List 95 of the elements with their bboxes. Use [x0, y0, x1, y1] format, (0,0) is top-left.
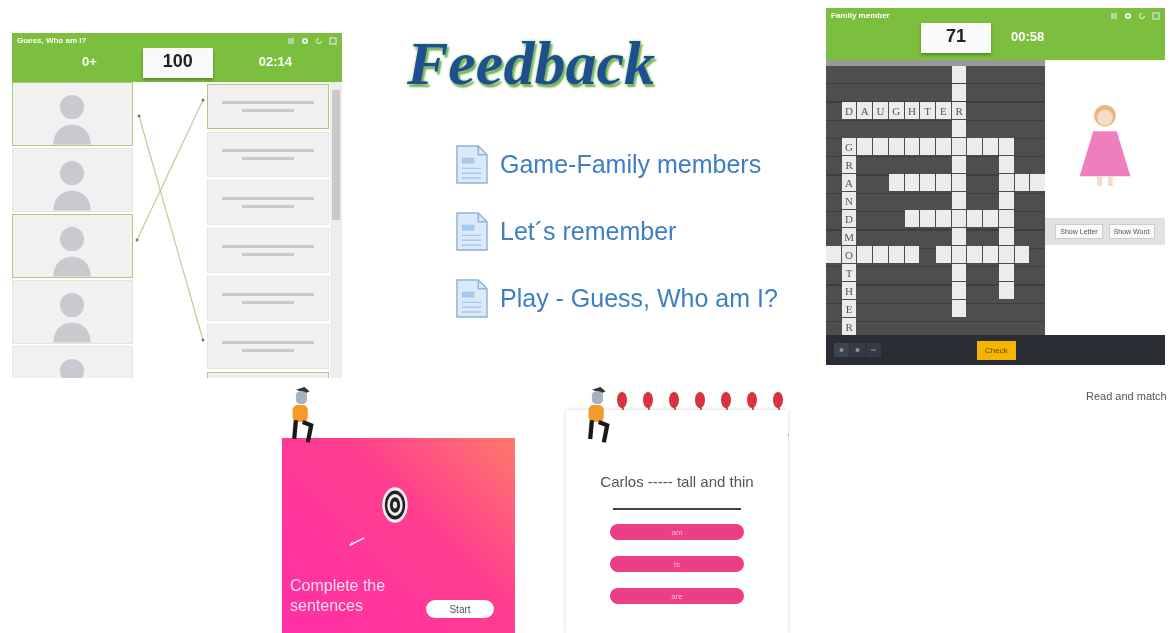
crossword-cell[interactable] [936, 210, 951, 227]
crossword-cell[interactable] [998, 174, 1014, 191]
crossword-cell[interactable] [888, 246, 904, 263]
crossword-cell[interactable] [967, 138, 983, 155]
crossword-cell[interactable]: A [857, 102, 873, 119]
dart-icon [348, 536, 366, 547]
document-icon [455, 279, 488, 318]
crossword-cell[interactable] [951, 84, 967, 101]
portrait-tile[interactable] [12, 82, 133, 146]
crossword-cell[interactable] [951, 282, 967, 299]
crossword-cell[interactable] [920, 174, 935, 191]
crossword-cell[interactable]: H [841, 282, 857, 299]
portrait-tile[interactable] [12, 280, 133, 344]
crossword-cell[interactable] [936, 174, 951, 191]
timer: 00:58 [1011, 29, 1045, 46]
crossword-cell[interactable] [951, 66, 967, 83]
crossword-cell[interactable] [951, 174, 967, 191]
crossword-cell[interactable] [873, 138, 888, 155]
portrait-tile[interactable] [12, 214, 133, 278]
crossword-cell[interactable] [936, 246, 951, 263]
crossword-cell[interactable]: O [841, 246, 857, 263]
crossword-cell[interactable] [951, 228, 967, 245]
correct-count: 0+ [82, 54, 97, 69]
crossword-cell[interactable] [983, 210, 998, 227]
crossword-cell[interactable] [857, 138, 873, 155]
crossword-cell[interactable]: A [841, 174, 857, 191]
intro-title: Complete the sentences [290, 576, 387, 616]
crossword-cell[interactable] [967, 210, 983, 227]
toolbar-buttons-drawing[interactable] [834, 343, 882, 357]
crossword-cell[interactable] [998, 192, 1014, 209]
crossword-cell[interactable] [951, 138, 967, 155]
crossword-cell[interactable]: E [841, 300, 857, 317]
crossword-cell[interactable]: D [841, 102, 857, 119]
window-title: Family member [831, 11, 890, 20]
crossword-cell[interactable] [888, 138, 904, 155]
crossword-cell[interactable] [998, 210, 1014, 227]
crossword-cell[interactable]: G [888, 102, 904, 119]
timer: 02:14 [258, 54, 292, 69]
crossword-cell[interactable]: R [951, 102, 967, 119]
scrollbar[interactable] [330, 82, 342, 378]
crossword-cell[interactable]: E [936, 102, 951, 119]
caption: Read and match [1086, 390, 1167, 402]
feedback-title: Feedback [406, 28, 656, 99]
crossword-cell[interactable] [1014, 174, 1030, 191]
crossword-cell[interactable] [998, 156, 1014, 173]
crossword-cell[interactable]: T [920, 102, 935, 119]
crossword-cell[interactable]: R [841, 156, 857, 173]
crossword-cell[interactable]: D [841, 210, 857, 227]
crossword-cell[interactable] [873, 246, 888, 263]
crossword-cell[interactable] [998, 228, 1014, 245]
start-button[interactable]: Start [426, 600, 494, 618]
crossword-cell[interactable] [998, 282, 1014, 299]
crossword-cell[interactable] [1030, 174, 1045, 191]
crossword-cell[interactable]: G [841, 138, 857, 155]
crossword-cell[interactable] [904, 210, 920, 227]
crossword-cell[interactable] [904, 246, 920, 263]
crossword-cell[interactable] [998, 264, 1014, 281]
crossword-cell[interactable] [904, 174, 920, 191]
crossword-cell[interactable] [951, 120, 967, 137]
crossword-cell[interactable] [951, 210, 967, 227]
crossword-cell[interactable] [998, 246, 1014, 263]
crossword-cell[interactable]: U [873, 102, 888, 119]
crossword-cell[interactable] [967, 246, 983, 263]
portrait-tile[interactable] [12, 148, 133, 212]
crossword-cell[interactable] [951, 192, 967, 209]
activity-link[interactable]: Play - Guess, Who am I? [500, 284, 778, 313]
crossword-cell[interactable] [1014, 246, 1030, 263]
crossword-cell[interactable] [857, 246, 873, 263]
crossword-cell[interactable] [936, 138, 951, 155]
document-icon [455, 145, 488, 184]
crossword-cell[interactable] [888, 174, 904, 191]
crossword-cell[interactable]: R [841, 318, 857, 335]
crossword-cell[interactable]: T [841, 264, 857, 281]
activity-link[interactable]: Game-Family members [500, 150, 762, 179]
crossword-cell[interactable] [920, 210, 935, 227]
window-title: Guess, Who am I? [17, 36, 87, 45]
crossword-cell[interactable]: H [904, 102, 920, 119]
crossword-cell[interactable] [826, 246, 841, 263]
crossword-cell[interactable] [951, 264, 967, 281]
crossword-cell[interactable] [951, 300, 967, 317]
crossword-cell[interactable] [951, 156, 967, 173]
document-icon [455, 212, 488, 251]
question-sentence: Carlos ----- tall and thin [600, 473, 754, 490]
crossword-cell[interactable] [904, 138, 920, 155]
activity-link[interactable]: Let´s remember [500, 217, 677, 246]
crossword-cell[interactable] [983, 246, 998, 263]
score-display: 100 [142, 48, 213, 78]
crossword-cell[interactable]: M [841, 228, 857, 245]
crossword-cell[interactable]: N [841, 192, 857, 209]
crossword-cell[interactable] [998, 138, 1014, 155]
crossword-cell[interactable] [920, 138, 935, 155]
score-display: 71 [921, 23, 991, 53]
crossword-cell[interactable] [951, 246, 967, 263]
check-button[interactable]: Check [977, 340, 1016, 360]
crossword-cell[interactable] [983, 138, 998, 155]
